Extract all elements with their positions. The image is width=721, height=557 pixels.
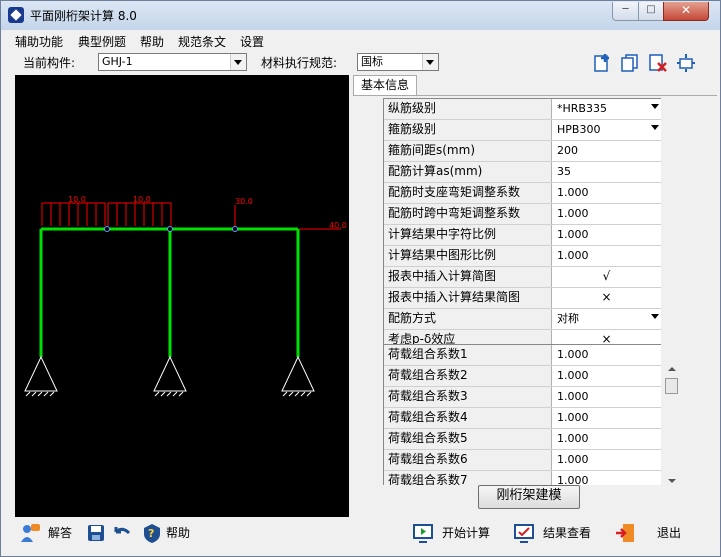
load-factor-row[interactable]: 荷载组合系数6 1.000 <box>384 450 661 471</box>
property-row[interactable]: 纵筋级别 *HRB335 <box>384 99 661 120</box>
support-3 <box>281 355 315 397</box>
node <box>167 226 173 232</box>
answer-icon[interactable] <box>19 522 41 544</box>
load-label-1: 10.0 <box>68 195 86 204</box>
support-2 <box>153 355 187 397</box>
property-row[interactable]: 计算结果中图形比例 1.000 <box>384 246 661 267</box>
menu-settings[interactable]: 设置 <box>240 33 264 50</box>
frame-settings-icon[interactable] <box>676 53 696 73</box>
toolbar: 当前构件: GHJ-1 材料执行规范: 国标 <box>1 50 720 74</box>
scroll-up-icon[interactable] <box>668 367 676 371</box>
undo-icon[interactable] <box>111 522 133 544</box>
node <box>104 226 110 232</box>
chevron-down-icon <box>422 54 438 70</box>
frame-model-button[interactable]: 刚桁架建模 <box>478 485 580 509</box>
results-button[interactable]: 结果查看 <box>543 521 591 545</box>
menu-bar: 辅助功能 典型例题 帮助 规范条文 设置 <box>1 30 720 50</box>
window-title: 平面刚桁架计算 8.0 <box>30 9 137 23</box>
properties-panel: 基本信息 纵筋级别 *HRB335 箍筋级别 HPB300 箍筋间距s(mm) 200… <box>353 75 717 518</box>
frame-canvas[interactable]: 10.0 10.0 30.0 40.0 <box>15 75 349 517</box>
property-row[interactable]: 报表中插入计算结果简图 × <box>384 288 661 309</box>
property-row[interactable]: 箍筋级别 HPB300 <box>384 120 661 141</box>
panel-body: 纵筋级别 *HRB335 箍筋级别 HPB300 箍筋间距s(mm) 200 配筋计算… <box>353 95 717 518</box>
app-icon <box>8 7 24 23</box>
horizontal-load-label: 40.0 <box>329 221 347 230</box>
material-select-value: 国标 <box>361 55 383 68</box>
chevron-down-icon <box>230 54 246 70</box>
new-component-icon[interactable] <box>592 53 612 73</box>
load-factor-row[interactable]: 荷载组合系数1 1.000 <box>384 345 661 366</box>
property-row[interactable]: 配筋计算as(mm) 35 <box>384 162 661 183</box>
exit-button[interactable]: 退出 <box>657 521 681 545</box>
material-label: 材料执行规范: <box>261 56 338 70</box>
property-row[interactable]: 配筋方式 对称 <box>384 309 661 330</box>
component-select-value: GHJ-1 <box>102 55 133 68</box>
basic-properties-grid: 纵筋级别 *HRB335 箍筋级别 HPB300 箍筋间距s(mm) 200 配筋计算… <box>383 98 661 351</box>
menu-codes[interactable]: 规范条文 <box>178 33 226 50</box>
material-select[interactable]: 国标 <box>357 53 439 71</box>
chevron-down-icon[interactable] <box>651 314 659 319</box>
property-row[interactable]: 配筋时跨中弯矩调整系数 1.000 <box>384 204 661 225</box>
minimize-button[interactable]: ─ <box>612 2 639 21</box>
component-select[interactable]: GHJ-1 <box>98 53 247 71</box>
frame-diagram: 10.0 10.0 30.0 40.0 <box>24 195 347 397</box>
load-factor-row[interactable]: 荷载组合系数4 1.000 <box>384 408 661 429</box>
property-row[interactable]: 报表中插入计算简图 √ <box>384 267 661 288</box>
start-calc-button[interactable]: 开始计算 <box>442 521 490 545</box>
chevron-down-icon[interactable] <box>651 104 659 109</box>
property-row[interactable]: 计算结果中字符比例 1.000 <box>384 225 661 246</box>
tab-basic-info[interactable]: 基本信息 <box>353 75 417 96</box>
point-load-label: 30.0 <box>235 197 253 206</box>
maximize-button[interactable]: □ <box>638 2 664 21</box>
property-row[interactable]: 箍筋间距s(mm) 200 <box>384 141 661 162</box>
results-icon[interactable] <box>513 522 535 544</box>
load-factor-row[interactable]: 荷载组合系数5 1.000 <box>384 429 661 450</box>
load-factor-row[interactable]: 荷载组合系数7 1.000 <box>384 471 661 485</box>
node <box>232 226 238 232</box>
svg-text:?: ? <box>148 527 154 540</box>
menu-examples[interactable]: 典型例题 <box>78 33 126 50</box>
load-factor-scrollbar[interactable] <box>664 364 680 486</box>
menu-help[interactable]: 帮助 <box>140 33 164 50</box>
help-icon[interactable]: ? <box>141 522 163 544</box>
copy-component-icon[interactable] <box>620 53 640 73</box>
menu-tools[interactable]: 辅助功能 <box>15 33 63 50</box>
load-factor-row[interactable]: 荷载组合系数3 1.000 <box>384 387 661 408</box>
main-window: 平面刚桁架计算 8.0 ─ □ ✕ 辅助功能 典型例题 帮助 规范条文 设置 当… <box>0 0 721 557</box>
delete-component-icon[interactable] <box>648 53 668 73</box>
frame-members <box>39 227 300 357</box>
support-1 <box>24 355 58 397</box>
exit-icon[interactable] <box>614 522 636 544</box>
start-calc-icon[interactable] <box>412 522 434 544</box>
load-factor-row[interactable]: 荷载组合系数2 1.000 <box>384 366 661 387</box>
distributed-load-1 <box>41 202 106 226</box>
title-bar: 平面刚桁架计算 8.0 ─ □ ✕ <box>1 1 720 30</box>
load-factor-grid: 荷载组合系数1 1.000 荷载组合系数2 1.000 荷载组合系数3 1.000 荷… <box>383 344 661 485</box>
save-icon[interactable] <box>85 522 107 544</box>
distributed-load-2 <box>107 202 172 226</box>
property-row[interactable]: 配筋时支座弯矩调整系数 1.000 <box>384 183 661 204</box>
help-button[interactable]: 帮助 <box>166 521 190 545</box>
scroll-down-icon[interactable] <box>668 479 676 483</box>
chevron-down-icon[interactable] <box>651 125 659 130</box>
load-label-2: 10.0 <box>133 195 151 204</box>
scroll-thumb[interactable] <box>665 378 678 394</box>
answer-button[interactable]: 解答 <box>48 521 72 545</box>
component-label: 当前构件: <box>23 56 76 70</box>
close-button[interactable]: ✕ <box>663 2 709 21</box>
